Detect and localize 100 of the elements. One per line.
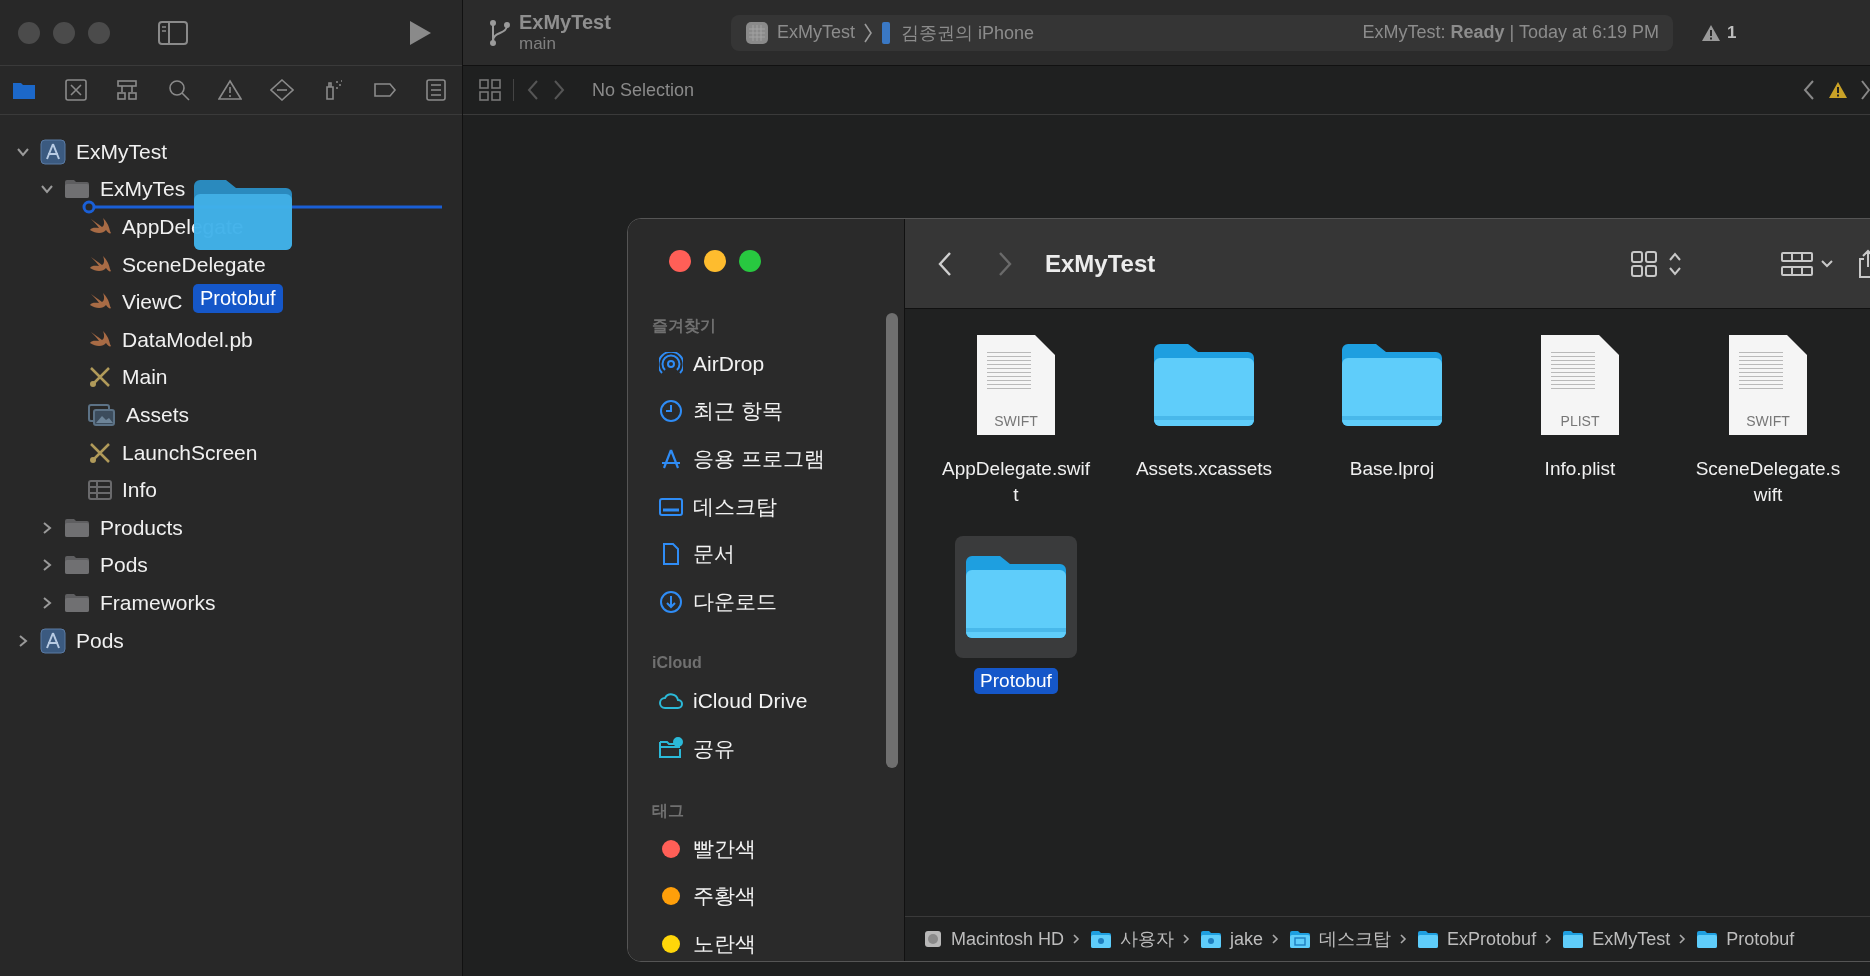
folder-icon [1696, 930, 1719, 948]
storyboard-icon [88, 366, 112, 389]
sidebar-item[interactable]: 응용 프로그램 [693, 445, 825, 473]
related-items-icon[interactable] [479, 79, 501, 101]
sidebar-item[interactable]: 빨간색 [693, 834, 756, 863]
run-button[interactable] [408, 19, 432, 46]
app-icon [745, 20, 769, 45]
path-item[interactable]: jake [1230, 928, 1264, 950]
close-button[interactable] [669, 250, 691, 272]
apps-icon [659, 447, 683, 471]
folder-icon [1562, 930, 1585, 948]
file-name[interactable]: SceneDelegate.swift [1692, 456, 1844, 508]
folder-icon [64, 517, 90, 538]
file-name[interactable]: Assets.xcassets [1128, 456, 1280, 482]
sidebar-item[interactable]: 문서 [693, 540, 735, 569]
zoom-button[interactable] [739, 250, 761, 272]
sidebar-heading: 태그 [652, 800, 685, 821]
file-tree-item[interactable]: Products [100, 515, 183, 540]
hard-drive-icon [923, 929, 943, 949]
path-item[interactable]: Macintosh HD [951, 928, 1065, 950]
group-icon[interactable] [1780, 249, 1834, 278]
scheme-target[interactable]: ExMyTest [777, 22, 855, 43]
document-icon: SWIFT [977, 335, 1055, 435]
sidebar-heading: 즐겨찾기 [652, 316, 717, 336]
path-item[interactable]: ExProtobuf [1447, 928, 1537, 950]
file-name[interactable]: Info.plist [1504, 456, 1656, 482]
chevron-right-icon [1072, 933, 1081, 945]
report-tab-icon[interactable] [424, 79, 448, 101]
run-destination[interactable]: 김종권의 iPhone [901, 20, 1035, 45]
file-tree-item[interactable]: ExMyTes [100, 177, 186, 202]
branch-icon [489, 18, 511, 47]
project-title: ExMyTest [519, 11, 612, 34]
path-item[interactable]: Protobuf [1726, 928, 1795, 950]
file-name[interactable]: AppDelegate.swift [940, 456, 1092, 508]
warning-tab-icon[interactable] [218, 79, 242, 101]
path-item[interactable]: 사용자 [1120, 927, 1175, 951]
chevron-right-icon [1271, 933, 1280, 945]
file-tree-item[interactable]: Assets [126, 402, 190, 427]
phone-icon [881, 20, 891, 45]
file-tree-item[interactable]: ViewC [122, 290, 183, 315]
sidebar-item[interactable]: 데스크탑 [693, 492, 777, 521]
file-name[interactable]: Base.lproj [1316, 456, 1468, 482]
sidebar-item[interactable]: AirDrop [693, 351, 765, 376]
folder-icon [1340, 342, 1444, 428]
file-icon-tile[interactable] [955, 536, 1077, 658]
dragged-item-label: Protobuf [193, 284, 283, 313]
chevron-right-icon [1182, 933, 1191, 945]
storyboard-icon [88, 441, 112, 464]
file-tree-item[interactable]: LaunchScreen [122, 440, 258, 465]
file-tree-item[interactable]: Frameworks [100, 590, 216, 615]
folder-icon [1289, 930, 1312, 948]
path-item[interactable]: ExMyTest [1592, 928, 1671, 950]
document-icon: PLIST [1541, 335, 1619, 435]
hierarchy-tab-icon[interactable] [115, 79, 139, 101]
next-issue-icon[interactable] [1860, 79, 1870, 101]
file-icon-tile[interactable]: SWIFT [1707, 324, 1829, 446]
file-tree-item[interactable]: SceneDelegate [122, 252, 266, 277]
chevron-right-icon [1544, 933, 1553, 945]
document-icon: SWIFT [1729, 335, 1807, 435]
file-icon-tile[interactable]: PLIST [1519, 324, 1641, 446]
sidebar-item[interactable]: 최근 항목 [693, 397, 783, 426]
jump-bar-label: No Selection [592, 79, 695, 101]
sidebar-item[interactable]: 다운로드 [693, 587, 777, 616]
file-tree-item[interactable]: Pods [100, 553, 148, 578]
sidebar-item[interactable]: iCloud Drive [693, 689, 808, 714]
project-icon [40, 138, 66, 165]
image-stack-icon [88, 402, 116, 427]
warning-icon[interactable] [1701, 23, 1721, 42]
recent-icon [659, 399, 683, 424]
previous-issue-icon[interactable] [1802, 79, 1816, 101]
test-tab-icon[interactable] [269, 79, 294, 101]
source-control-tab-icon[interactable] [63, 79, 88, 101]
warning-icon[interactable] [1828, 81, 1848, 99]
warning-count: 1 [1727, 22, 1737, 43]
file-tree-item[interactable]: DataModel.pb [122, 327, 253, 352]
file-tree-item[interactable]: Pods [76, 628, 124, 653]
sidebar-item[interactable]: 주황색 [693, 882, 756, 911]
folder-icon [1200, 930, 1223, 948]
chevron-right-icon [1678, 933, 1687, 945]
sidebar-item[interactable]: 노란색 [693, 929, 756, 958]
file-icon-tile[interactable]: SWIFT [955, 324, 1077, 446]
sidebar-item[interactable]: 공유 [693, 734, 735, 763]
path-item[interactable]: 데스크탑 [1319, 927, 1392, 951]
file-tree-item[interactable]: Main [122, 365, 168, 390]
file-tree-item[interactable]: ExMyTest [76, 139, 167, 164]
folder-icon [64, 179, 90, 200]
airdrop-icon [659, 351, 683, 376]
folder-icon [64, 555, 90, 576]
chevron-right-icon [863, 21, 873, 44]
folder-icon [1152, 342, 1256, 428]
sidebar-toggle-icon[interactable] [158, 20, 188, 45]
file-tree-item[interactable]: Info [122, 478, 158, 503]
chevron-right-icon [1399, 933, 1408, 945]
search-tab-icon[interactable] [166, 79, 191, 101]
download-icon [659, 589, 683, 614]
scrollbar-thumb[interactable] [886, 313, 898, 768]
file-name[interactable]: Protobuf [974, 668, 1058, 694]
folder-icon [1090, 930, 1113, 948]
icon-view-icon[interactable] [1630, 249, 1684, 278]
minimize-button[interactable] [704, 250, 726, 272]
